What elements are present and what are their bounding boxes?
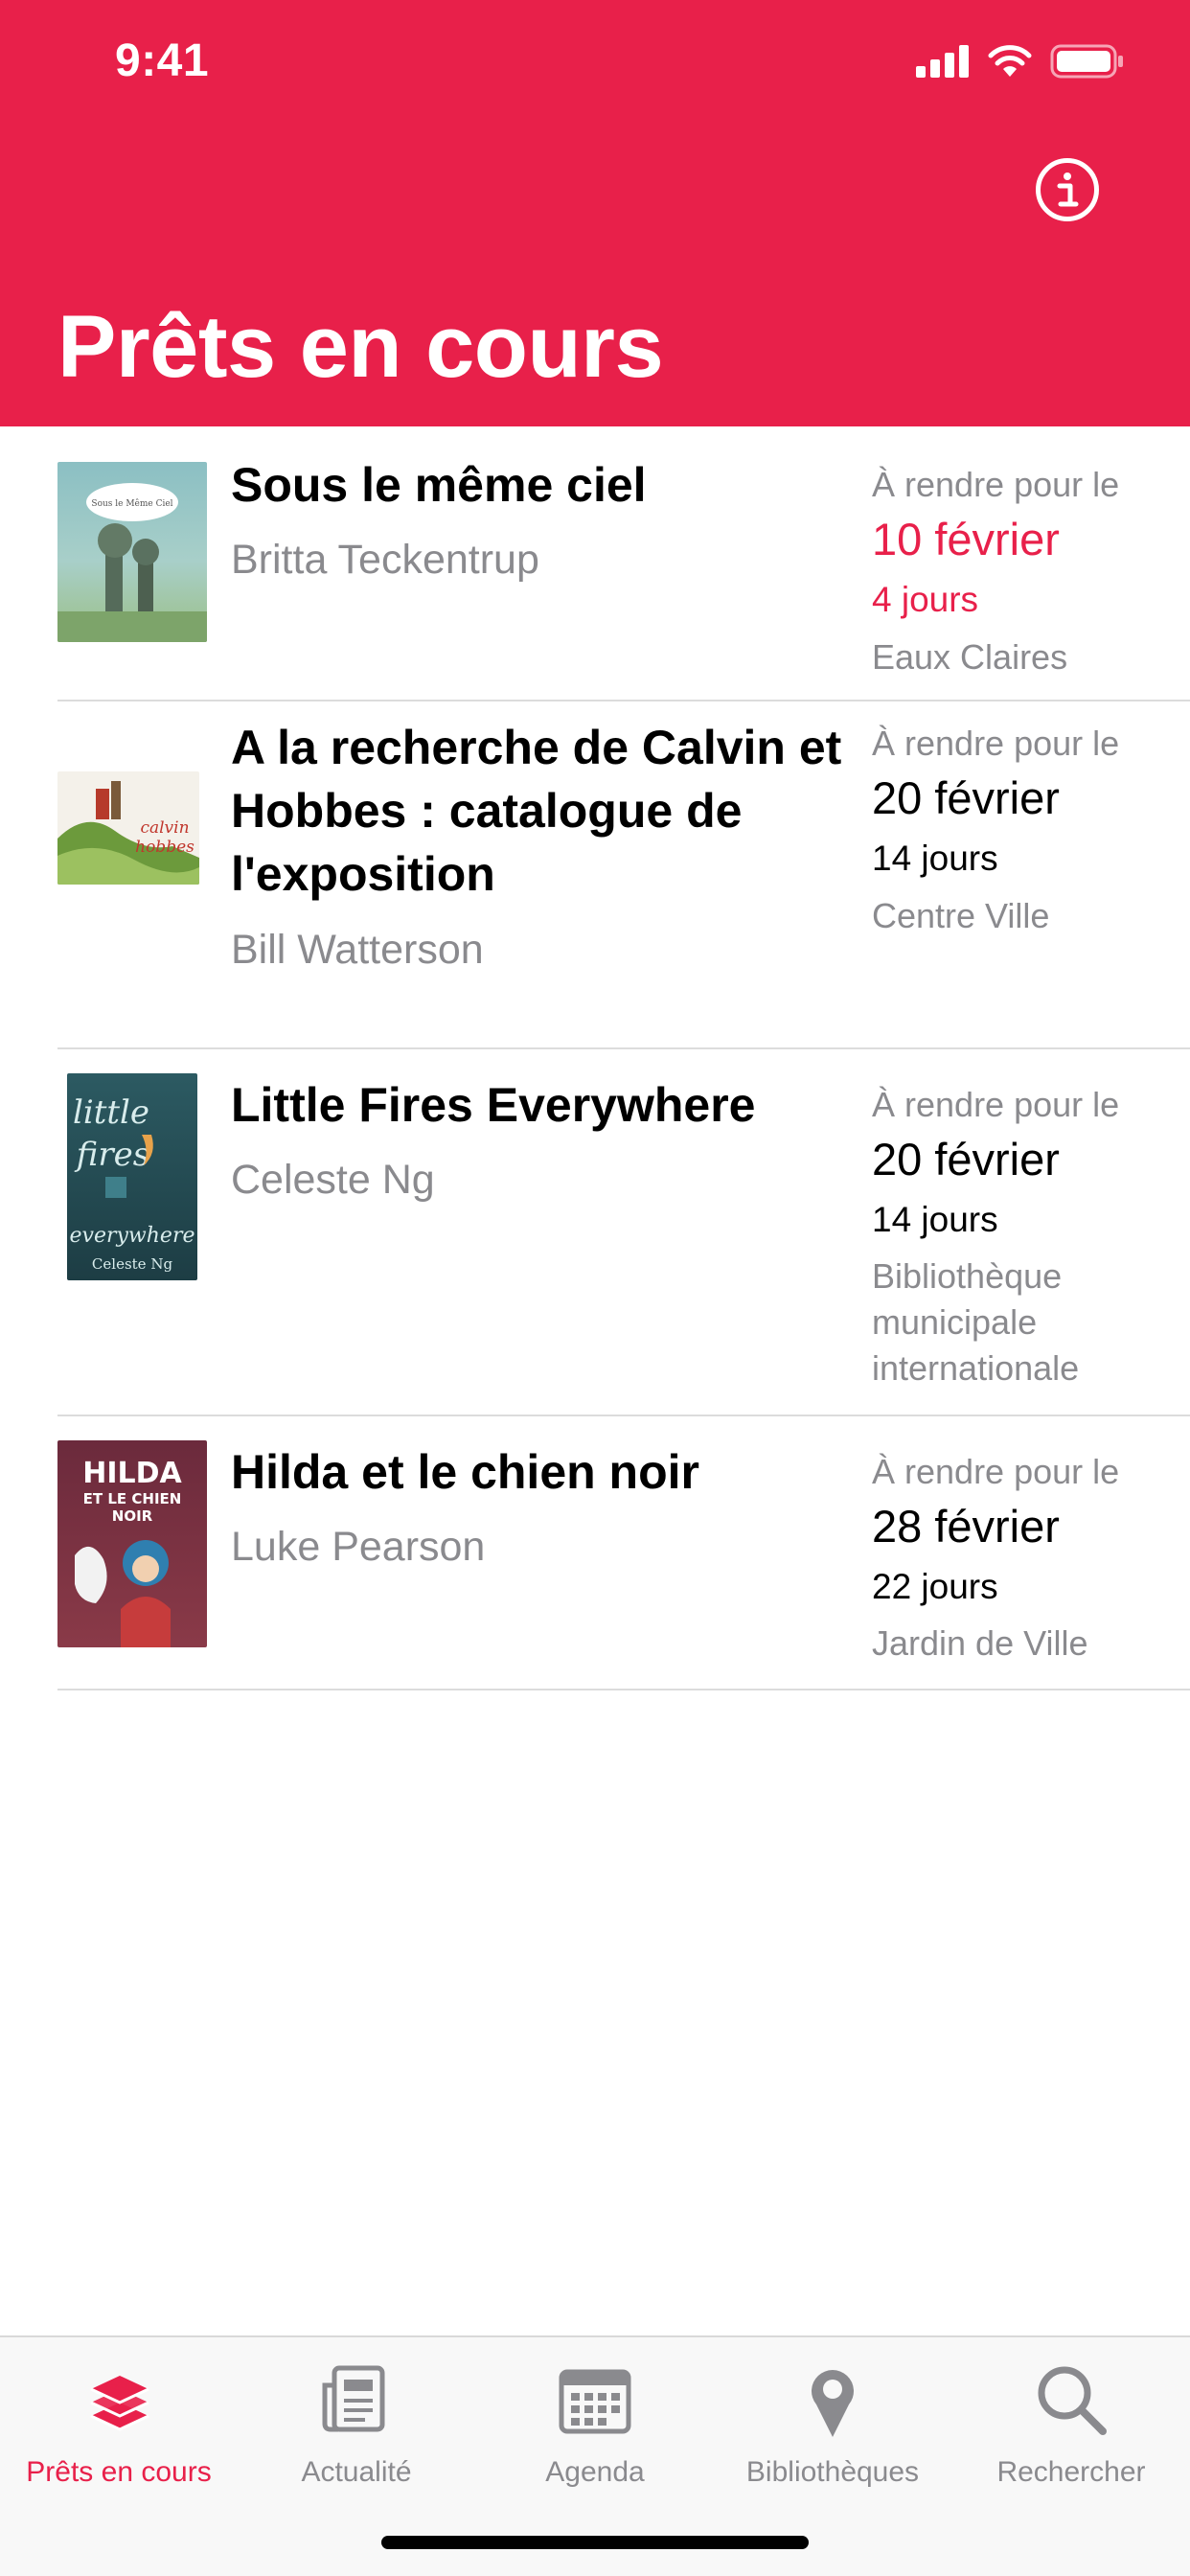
days-remaining: 4 jours [872, 580, 979, 619]
search-icon [1038, 2366, 1107, 2435]
book-title: A la recherche de Calvin et Hobbes : cat… [231, 721, 842, 901]
due-label: À rendre pour le [872, 724, 1120, 763]
tab-label: Rechercher [996, 2456, 1146, 2488]
svg-text:ET LE CHIEN: ET LE CHIEN [83, 1490, 182, 1507]
loan-row[interactable]: HILDA ET LE CHIEN NOIR Hilda et le chien… [0, 1416, 1190, 1690]
book-cover: calvin hobbes [57, 771, 199, 885]
status-icons [916, 42, 1125, 80]
tab-search[interactable]: Rechercher [952, 2337, 1190, 2500]
books-stack-icon [90, 2376, 149, 2431]
svg-text:NOIR: NOIR [112, 1507, 153, 1525]
book-author: Luke Pearson [231, 1524, 486, 1570]
due-date: 10 février [872, 514, 1060, 564]
due-date: 20 février [872, 772, 1060, 823]
library-name: Bibliothèque municipale internationale [872, 1256, 1080, 1388]
info-circle-icon [1057, 172, 1079, 207]
home-indicator [381, 2536, 809, 2549]
library-name: Eaux Claires [872, 637, 1068, 677]
library-name: Jardin de Ville [872, 1623, 1088, 1663]
book-author: Britta Teckentrup [231, 537, 539, 583]
svg-text:hobbes: hobbes [135, 838, 195, 857]
book-cover: Sous le Même Ciel [57, 462, 207, 642]
svg-text:Sous le Même Ciel: Sous le Même Ciel [91, 498, 172, 509]
newspaper-icon [322, 2365, 385, 2432]
book-title: Hilda et le chien noir [231, 1445, 699, 1499]
loans-list: Sous le Même Ciel Sous le même ciel Brit… [0, 426, 1190, 1690]
tab-label: Prêts en cours [26, 2456, 212, 2488]
days-remaining: 22 jours [872, 1567, 998, 1606]
loan-row[interactable]: little fires everywhere Celeste Ng Littl… [0, 1049, 1190, 1416]
book-cover: HILDA ET LE CHIEN NOIR [57, 1440, 207, 1647]
svg-text:Celeste Ng: Celeste Ng [92, 1255, 173, 1273]
tab-label: Actualité [301, 2456, 412, 2488]
battery-icon [1050, 44, 1123, 79]
info-button[interactable] [1036, 158, 1099, 221]
page-title: Prêts en cours [57, 298, 664, 396]
svg-text:calvin: calvin [140, 818, 189, 838]
tab-loans[interactable]: Prêts en cours [0, 2337, 238, 2500]
book-author: Celeste Ng [231, 1157, 435, 1203]
due-date: 20 février [872, 1134, 1060, 1184]
days-remaining: 14 jours [872, 1200, 998, 1239]
book-author: Bill Watterson [231, 927, 484, 973]
tab-label: Bibliothèques [745, 2456, 920, 2488]
book-title: Sous le même ciel [231, 458, 647, 512]
map-pin-icon [812, 2370, 854, 2437]
wifi-icon [988, 45, 1032, 77]
due-label: À rendre pour le [872, 465, 1120, 504]
navigation-header: 9:41 Prêts en cours [0, 0, 1190, 426]
status-time: 9:41 [115, 35, 210, 86]
loan-row[interactable]: calvin hobbes A la recherche de Calvin e… [0, 702, 1190, 1049]
tab-label: Agenda [545, 2456, 645, 2488]
svg-text:little: little [73, 1093, 149, 1132]
book-title: Little Fires Everywhere [231, 1078, 756, 1132]
due-date: 28 février [872, 1501, 1060, 1552]
calendar-icon [559, 2369, 631, 2434]
row-divider [57, 1689, 1190, 1690]
library-name: Centre Ville [872, 896, 1050, 935]
due-label: À rendre pour le [872, 1452, 1120, 1491]
tab-news[interactable]: Actualité [238, 2337, 475, 2500]
svg-text:everywhere: everywhere [70, 1224, 195, 1248]
tab-agenda[interactable]: Agenda [476, 2337, 714, 2500]
tab-libraries[interactable]: Bibliothèques [714, 2337, 951, 2500]
cellular-signal-icon [916, 45, 969, 78]
due-label: À rendre pour le [872, 1085, 1120, 1124]
svg-text:HILDA: HILDA [82, 1457, 182, 1490]
days-remaining: 14 jours [872, 839, 998, 878]
svg-text:fires: fires [74, 1136, 150, 1174]
loan-row[interactable]: Sous le Même Ciel Sous le même ciel Brit… [0, 426, 1190, 702]
book-cover: little fires everywhere Celeste Ng [67, 1073, 197, 1280]
